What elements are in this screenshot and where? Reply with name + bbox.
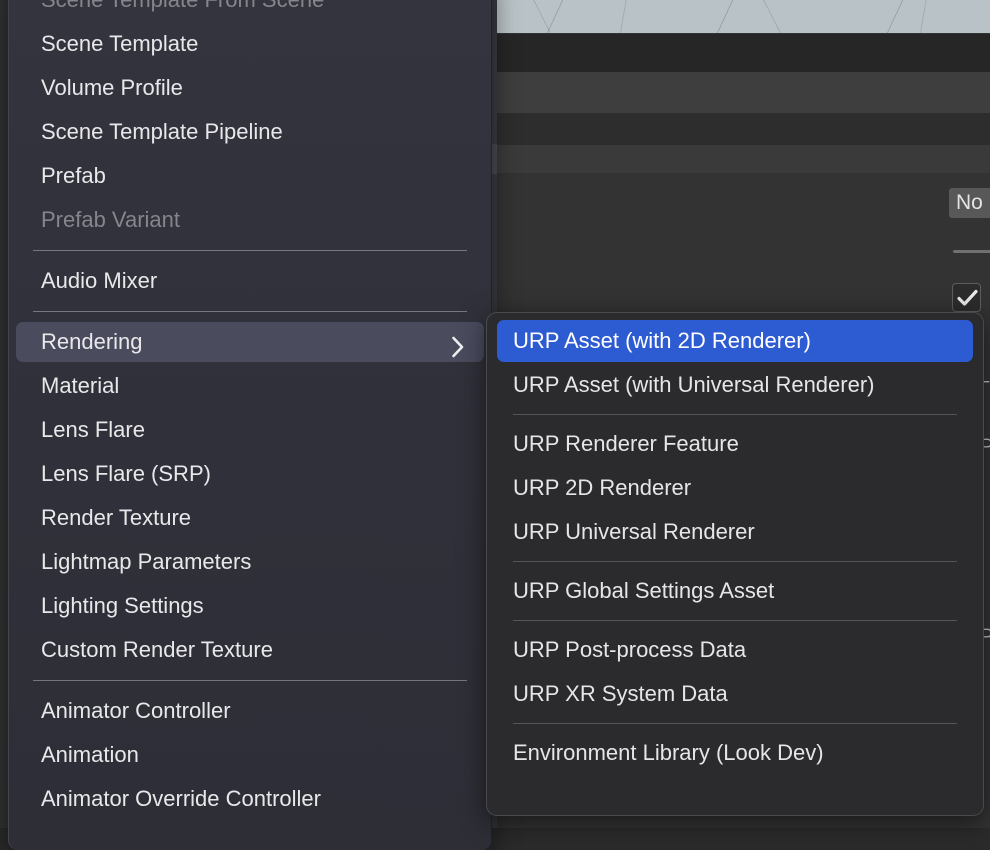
menu-item-label: Audio Mixer [41,268,158,293]
menu-item-label: Scene Template [41,31,199,56]
submenu-list: URP Asset (with 2D Renderer) URP Asset (w… [487,313,983,775]
main-menu-item-scene-template-from-scene: Scene Template From Scene [9,0,491,22]
menu-separator [33,680,467,681]
submenu-item-urp-universal-renderer[interactable]: URP Universal Renderer [487,510,983,554]
chevron-right-icon [451,336,465,364]
main-menu-item-lens-flare[interactable]: Lens Flare [9,408,491,452]
menu-separator [33,311,467,312]
menu-separator [33,250,467,251]
main-menu-item-prefab-variant: Prefab Variant [9,198,491,242]
main-menu-item-scene-template[interactable]: Scene Template [9,22,491,66]
inspector-band-3 [497,113,990,145]
main-menu-item-animation[interactable]: Animation [9,733,491,777]
menu-item-label: URP Universal Renderer [513,519,755,544]
menu-item-label: Prefab [41,163,106,188]
menu-separator [513,561,957,562]
menu-separator [513,620,957,621]
submenu-item-urp-xr-system-data[interactable]: URP XR System Data [487,672,983,716]
inspector-band-4 [497,145,990,173]
main-menu-item-rendering[interactable]: Rendering [9,320,491,364]
inspector-band-2 [497,72,990,113]
menu-item-label: Custom Render Texture [41,637,273,662]
submenu-item-urp-asset-with-2d-renderer[interactable]: URP Asset (with 2D Renderer) [487,319,983,363]
submenu-item-urp-asset-with-universal-renderer[interactable]: URP Asset (with Universal Renderer) [487,363,983,407]
menu-item-label: Prefab Variant [41,207,181,232]
menu-item-label: URP Renderer Feature [513,431,739,456]
create-asset-menu[interactable]: Scene Template From Scene Scene Template V… [8,0,492,850]
main-menu-item-audio-mixer[interactable]: Audio Mixer [9,259,491,303]
submenu-item-urp-renderer-feature[interactable]: URP Renderer Feature [487,422,983,466]
main-menu-item-animator-controller[interactable]: Animator Controller [9,689,491,733]
main-menu-list: Scene Template From Scene Scene Template V… [9,0,491,821]
inspector-band-1 [497,34,990,72]
menu-item-label: Lightmap Parameters [41,549,252,574]
menu-item-label: URP Post-process Data [513,637,747,662]
menu-item-label: Scene Template Pipeline [41,119,283,144]
main-menu-item-scene-template-pipeline[interactable]: Scene Template Pipeline [9,110,491,154]
menu-item-label: Render Texture [41,505,192,530]
rendering-submenu[interactable]: URP Asset (with 2D Renderer) URP Asset (w… [486,312,984,816]
submenu-item-urp-post-process-data[interactable]: URP Post-process Data [487,628,983,672]
menu-item-label: Animation [41,742,139,767]
scene-view-viewport[interactable] [497,0,990,33]
submenu-item-environment-library-look-dev[interactable]: Environment Library (Look Dev) [487,731,983,775]
menu-item-label: URP Asset (with Universal Renderer) [513,372,875,397]
menu-item-label: Lens Flare [41,417,145,442]
menu-separator [513,723,957,724]
main-menu-item-animator-override-controller[interactable]: Animator Override Controller [9,777,491,821]
main-menu-item-lighting-settings[interactable]: Lighting Settings [9,584,491,628]
main-menu-item-lightmap-parameters[interactable]: Lightmap Parameters [9,540,491,584]
scene-grid-icon [497,0,990,33]
main-menu-item-render-texture[interactable]: Render Texture [9,496,491,540]
menu-item-label: Volume Profile [41,75,183,100]
submenu-item-urp-global-settings-asset[interactable]: URP Global Settings Asset [487,569,983,613]
check-icon [957,289,978,306]
menu-item-label: Scene Template From Scene [41,0,491,13]
menu-item-label: Lens Flare (SRP) [41,461,211,486]
menu-item-label: URP Global Settings Asset [513,578,775,603]
submenu-item-urp-2d-renderer[interactable]: URP 2D Renderer [487,466,983,510]
menu-item-label: URP XR System Data [513,681,728,706]
main-menu-item-material[interactable]: Material [9,364,491,408]
menu-item-label: Material [41,373,120,398]
main-menu-item-prefab[interactable]: Prefab [9,154,491,198]
main-menu-item-lens-flare-srp[interactable]: Lens Flare (SRP) [9,452,491,496]
menu-item-label: Animator Controller [41,698,231,723]
main-menu-item-volume-profile[interactable]: Volume Profile [9,66,491,110]
menu-item-label: URP 2D Renderer [513,475,692,500]
menu-item-label: Rendering [41,329,143,354]
menu-item-label: Lighting Settings [41,593,204,618]
enabled-checkbox[interactable] [952,283,981,312]
menu-item-label: Animator Override Controller [41,786,321,811]
menu-item-label: Environment Library (Look Dev) [513,740,824,765]
menu-separator [513,414,957,415]
main-menu-item-custom-render-texture[interactable]: Custom Render Texture [9,628,491,672]
inspector-divider [953,250,990,253]
object-reference-field[interactable]: No [949,188,990,218]
menu-item-label: URP Asset (with 2D Renderer) [513,328,811,353]
